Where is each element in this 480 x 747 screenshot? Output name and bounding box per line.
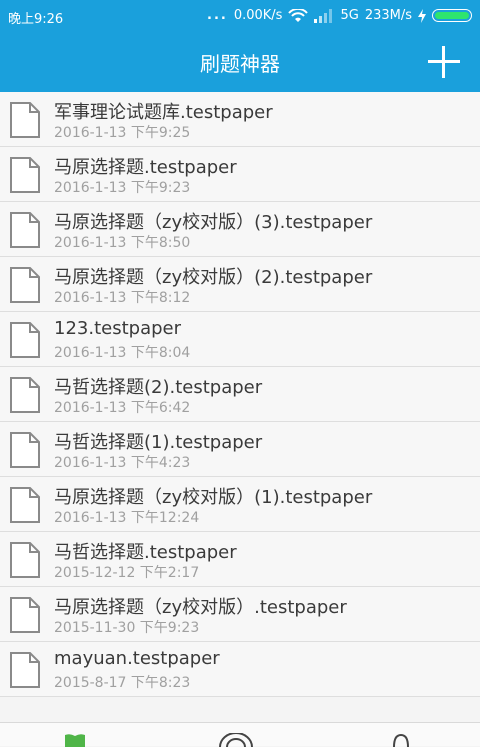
file-date: 2016-1-13 下午8:50 (54, 235, 191, 251)
document-icon (10, 432, 40, 468)
file-date: 2016-1-13 下午4:23 (54, 455, 191, 471)
file-date: 2015-8-17 下午8:23 (54, 675, 191, 691)
file-name: 马原选择题（zy校对版）(3).testpaper (54, 212, 373, 233)
signal-icon (314, 8, 333, 23)
document-icon (10, 652, 40, 688)
status-bar: 晚上9:26 ... 0.00K/s 5G 233M/s (0, 0, 480, 32)
file-row[interactable]: 马哲选择题(2).testpaper 2016-1-13 下午6:42 (0, 367, 480, 422)
file-name: 马原选择题（zy校对版）(2).testpaper (54, 267, 373, 288)
network-type: 5G (340, 8, 359, 23)
file-row[interactable]: 马原选择题（zy校对版）(2).testpaper 2016-1-13 下午8:1… (0, 257, 480, 312)
status-right: ... 0.00K/s 5G 233M/s (207, 8, 472, 23)
file-row[interactable]: 马原选择题（zy校对版）.testpaper 2015-11-30 下午9:23 (0, 587, 480, 642)
file-row[interactable]: 123.testpaper 2016-1-13 下午8:04 (0, 312, 480, 367)
document-icon (10, 322, 40, 358)
status-time: 晚上9:26 (8, 12, 64, 27)
file-row[interactable]: 马原选择题（zy校对版）(3).testpaper 2016-1-13 下午8:5… (0, 202, 480, 257)
file-date: 2016-1-13 下午8:12 (54, 290, 191, 306)
file-name: 马哲选择题(1).testpaper (54, 432, 263, 453)
document-icon (10, 212, 40, 248)
document-icon (10, 487, 40, 523)
file-name: 马哲选择题.testpaper (54, 542, 237, 563)
wifi-icon (288, 8, 309, 22)
network-speed-2: 233M/s (364, 8, 412, 23)
file-name: 军事理论试题库.testpaper (54, 102, 273, 123)
file-row[interactable]: 马原选择题.testpaper 2016-1-13 下午9:23 (0, 147, 480, 202)
file-name: 马原选择题（zy校对版）.testpaper (54, 597, 347, 618)
file-date: 2015-11-30 下午9:23 (54, 620, 200, 636)
file-name: 123.testpaper (54, 318, 182, 339)
file-date: 2016-1-13 下午9:25 (54, 125, 191, 141)
file-date: 2016-1-13 下午9:23 (54, 180, 191, 196)
document-icon (10, 542, 40, 578)
battery-icon (432, 9, 472, 22)
document-icon (10, 102, 40, 138)
file-list: 军事理论试题库.testpaper 2016-1-13 下午9:25 马原选择题.t… (0, 92, 480, 697)
file-name: 马原选择题.testpaper (54, 157, 237, 178)
document-icon (10, 597, 40, 633)
page-title: 刷题神器 (200, 52, 280, 76)
file-row[interactable]: mayuan.testpaper 2015-8-17 下午8:23 (0, 642, 480, 697)
file-row[interactable]: 马原选择题（zy校对版）(1).testpaper 2016-1-13 下午12:… (0, 477, 480, 532)
file-date: 2016-1-13 下午12:24 (54, 510, 200, 526)
app-bar: 刷题神器 (0, 32, 480, 92)
status-dots: ... (207, 8, 228, 23)
document-icon (10, 267, 40, 303)
add-button[interactable] (428, 46, 460, 78)
file-name: mayuan.testpaper (54, 648, 220, 669)
document-icon (10, 157, 40, 193)
file-date: 2016-1-13 下午6:42 (54, 400, 191, 416)
bottom-nav (0, 722, 480, 747)
file-row[interactable]: 军事理论试题库.testpaper 2016-1-13 下午9:25 (0, 92, 480, 147)
charging-icon (418, 8, 426, 23)
file-name: 马原选择题（zy校对版）(1).testpaper (54, 487, 373, 508)
document-icon (10, 377, 40, 413)
file-name: 马哲选择题(2).testpaper (54, 377, 263, 398)
network-speed: 0.00K/s (233, 8, 283, 23)
file-date: 2015-12-12 下午2:17 (54, 565, 200, 581)
file-row[interactable]: 马哲选择题(1).testpaper 2016-1-13 下午4:23 (0, 422, 480, 477)
file-date: 2016-1-13 下午8:04 (54, 345, 191, 361)
file-row[interactable]: 马哲选择题.testpaper 2015-12-12 下午2:17 (0, 532, 480, 587)
